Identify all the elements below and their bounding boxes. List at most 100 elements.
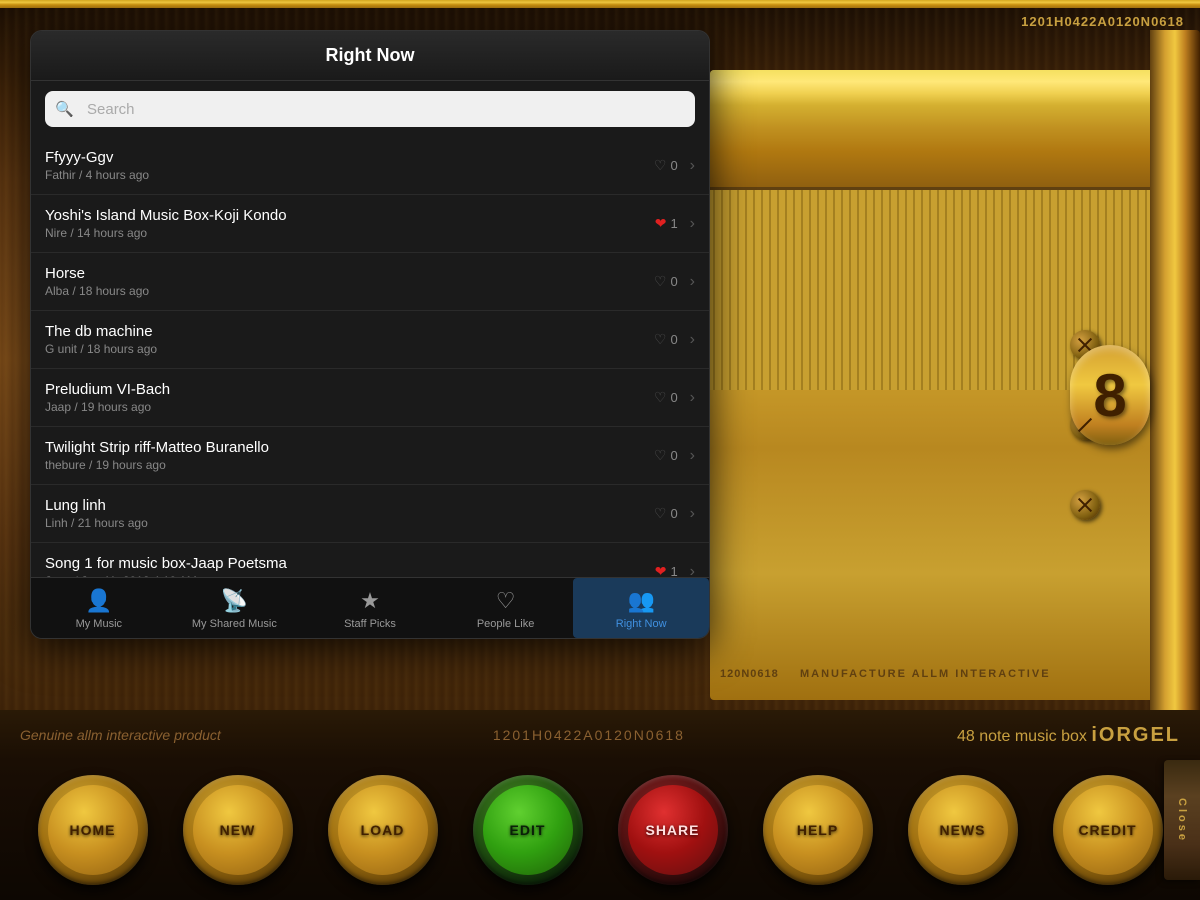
close-button-label: Close — [1176, 798, 1188, 843]
tab-right-now[interactable]: 👥 Right Now — [573, 578, 709, 638]
song-info: Song 1 for music box-Jaap Poetsma Jaap /… — [45, 555, 642, 577]
branding-right: 48 note music box iORGEL — [957, 724, 1180, 747]
like-count: 1 — [670, 564, 677, 577]
credit-button-label: CREDIT — [1063, 785, 1153, 875]
heart-icon: ♡ — [654, 157, 667, 174]
help-button-label: HELP — [773, 785, 863, 875]
song-meta: Alba / 18 hours ago — [45, 284, 642, 298]
song-likes: ♡ 0 — [642, 505, 678, 522]
manufacture-text: MANUFACTURE ALLM INTERACTIVE — [800, 668, 1051, 680]
tab-people-like[interactable]: ♡ People Like — [438, 578, 574, 638]
song-info: The db machine G unit / 18 hours ago — [45, 323, 642, 356]
cylinder — [710, 70, 1160, 190]
staff-picks-icon: ★ — [360, 588, 380, 614]
load-button-label: LOAD — [338, 785, 428, 875]
song-item[interactable]: Song 1 for music box-Jaap Poetsma Jaap /… — [31, 543, 709, 577]
new-button-label: NEW — [193, 785, 283, 875]
branding-logo: iORGEL — [1091, 724, 1180, 746]
serial-number-top: 1201H0422A0120N0618 — [1021, 14, 1184, 29]
load-button[interactable]: LOAD — [328, 775, 438, 885]
song-meta: Jaap / Jun 11, 2012 4:10 AM — [45, 574, 642, 577]
song-info: Twilight Strip riff-Matteo Buranello the… — [45, 439, 642, 472]
song-likes: ♡ 0 — [642, 331, 678, 348]
like-count: 0 — [670, 158, 677, 173]
edit-button-label: EDIT — [483, 785, 573, 875]
tab-my-shared-music[interactable]: 📡 My Shared Music — [167, 578, 303, 638]
branding-serial-text: 1201H0422A0120N0618 — [493, 727, 685, 743]
song-item[interactable]: Ffyyy-Ggv Fathir / 4 hours ago ♡ 0 › — [31, 137, 709, 195]
news-button[interactable]: NEWS — [908, 775, 1018, 885]
heart-icon: ♡ — [654, 505, 667, 522]
like-count: 0 — [670, 274, 677, 289]
song-item[interactable]: Twilight Strip riff-Matteo Buranello the… — [31, 427, 709, 485]
chevron-right-icon: › — [690, 447, 695, 465]
staff-picks-label: Staff Picks — [344, 618, 396, 630]
song-item[interactable]: Horse Alba / 18 hours ago ♡ 0 › — [31, 253, 709, 311]
song-item[interactable]: Preludium VI-Bach Jaap / 19 hours ago ♡ … — [31, 369, 709, 427]
panel-title: Right Now — [326, 45, 415, 65]
song-item[interactable]: Lung linh Linh / 21 hours ago ♡ 0 › — [31, 485, 709, 543]
song-title: Song 1 for music box-Jaap Poetsma — [45, 555, 642, 572]
share-button-label: SHARE — [628, 785, 718, 875]
song-meta: G unit / 18 hours ago — [45, 342, 642, 356]
heart-icon: ❤ — [655, 563, 667, 577]
right-now-label: Right Now — [616, 618, 667, 630]
song-item[interactable]: Yoshi's Island Music Box-Koji Kondo Nire… — [31, 195, 709, 253]
song-title: Ffyyy-Ggv — [45, 149, 642, 166]
song-title: The db machine — [45, 323, 642, 340]
home-button[interactable]: HOME — [38, 775, 148, 885]
like-count: 0 — [670, 390, 677, 405]
edit-button[interactable]: EDIT — [473, 775, 583, 885]
song-likes: ❤ 1 — [642, 215, 678, 232]
song-title: Lung linh — [45, 497, 642, 514]
chevron-right-icon: › — [690, 331, 695, 349]
bottom-bar: HOME NEW LOAD EDIT SHARE HELP NEWS CREDI… — [0, 760, 1200, 900]
like-count: 0 — [670, 448, 677, 463]
song-meta: Linh / 21 hours ago — [45, 516, 642, 530]
branding-strip: Genuine allm interactive product 1201H04… — [0, 710, 1200, 760]
top-gold-bar — [0, 0, 1200, 8]
tab-bar: 👤 My Music 📡 My Shared Music ★ Staff Pic… — [31, 577, 709, 638]
song-title: Horse — [45, 265, 642, 282]
chevron-right-icon: › — [690, 389, 695, 407]
song-meta: Fathir / 4 hours ago — [45, 168, 642, 182]
chevron-right-icon: › — [690, 563, 695, 578]
like-count: 0 — [670, 332, 677, 347]
song-info: Horse Alba / 18 hours ago — [45, 265, 642, 298]
heart-icon: ♡ — [654, 273, 667, 290]
home-button-label: HOME — [48, 785, 138, 875]
search-placeholder-text: Search — [87, 101, 135, 118]
close-side-button[interactable]: Close — [1164, 760, 1200, 880]
song-meta: Jaap / 19 hours ago — [45, 400, 642, 414]
credit-button[interactable]: CREDIT — [1053, 775, 1163, 885]
song-item[interactable]: The db machine G unit / 18 hours ago ♡ 0… — [31, 311, 709, 369]
chevron-right-icon: › — [690, 505, 695, 523]
song-likes: ❤ 1 — [642, 563, 678, 577]
song-info: Lung linh Linh / 21 hours ago — [45, 497, 642, 530]
song-title: Twilight Strip riff-Matteo Buranello — [45, 439, 642, 456]
song-likes: ♡ 0 — [642, 273, 678, 290]
chevron-right-icon: › — [690, 273, 695, 291]
tab-staff-picks[interactable]: ★ Staff Picks — [302, 578, 438, 638]
search-box[interactable]: 🔍 Search — [45, 91, 695, 127]
heart-icon: ♡ — [654, 331, 667, 348]
search-icon: 🔍 — [55, 100, 74, 118]
song-meta: Nire / 14 hours ago — [45, 226, 642, 240]
my-shared-music-icon: 📡 — [221, 588, 248, 614]
help-button[interactable]: HELP — [763, 775, 873, 885]
tab-my-music[interactable]: 👤 My Music — [31, 578, 167, 638]
song-info: Ffyyy-Ggv Fathir / 4 hours ago — [45, 149, 642, 182]
chevron-right-icon: › — [690, 157, 695, 175]
heart-icon: ❤ — [655, 215, 667, 232]
search-container: 🔍 Search — [31, 81, 709, 137]
song-likes: ♡ 0 — [642, 157, 678, 174]
new-button[interactable]: NEW — [183, 775, 293, 885]
song-title: Yoshi's Island Music Box-Koji Kondo — [45, 207, 642, 224]
like-count: 0 — [670, 506, 677, 521]
song-likes: ♡ 0 — [642, 447, 678, 464]
my-music-icon: 👤 — [85, 588, 112, 614]
like-count: 1 — [670, 216, 677, 231]
share-button[interactable]: SHARE — [618, 775, 728, 885]
mechanism-inner: 120N0618 MANUFACTURE ALLM INTERACTIVE 8 — [690, 30, 1200, 760]
song-info: Yoshi's Island Music Box-Koji Kondo Nire… — [45, 207, 642, 240]
